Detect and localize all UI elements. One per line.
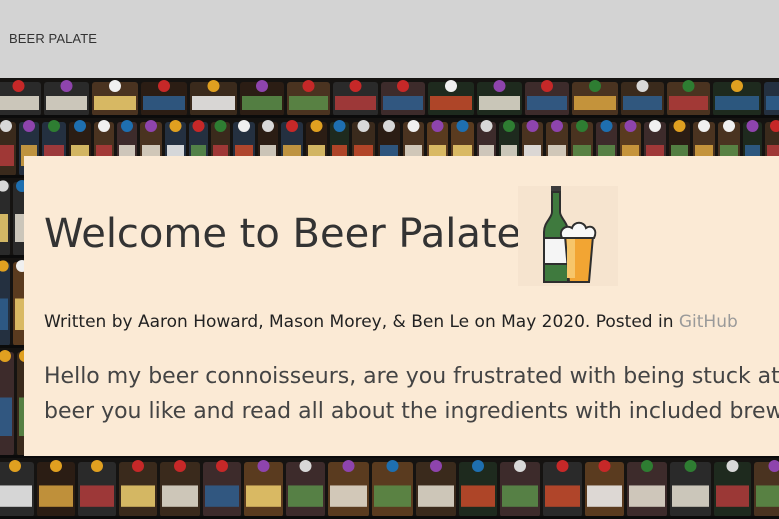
byline: Written by Aaron Howard, Mason Morey, & … [44, 312, 738, 332]
github-link[interactable]: GitHub [679, 312, 738, 332]
brand-link[interactable]: BEER PALATE [9, 31, 97, 46]
intro-paragraph: Hello my beer connoisseurs, are you frus… [44, 359, 779, 429]
welcome-card: Welcome to Beer Palate!! Written by Aaro… [24, 156, 779, 456]
intro-line-1: Hello my beer connoisseurs, are you frus… [44, 364, 779, 389]
beer-bottle-and-glass-icon [518, 186, 618, 286]
navbar: BEER PALATE [0, 0, 779, 78]
page-title: Welcome to Beer Palate!! [44, 211, 554, 257]
intro-line-2: beer you like and read all about the ing… [44, 399, 779, 424]
byline-text: Written by Aaron Howard, Mason Morey, & … [44, 312, 679, 332]
